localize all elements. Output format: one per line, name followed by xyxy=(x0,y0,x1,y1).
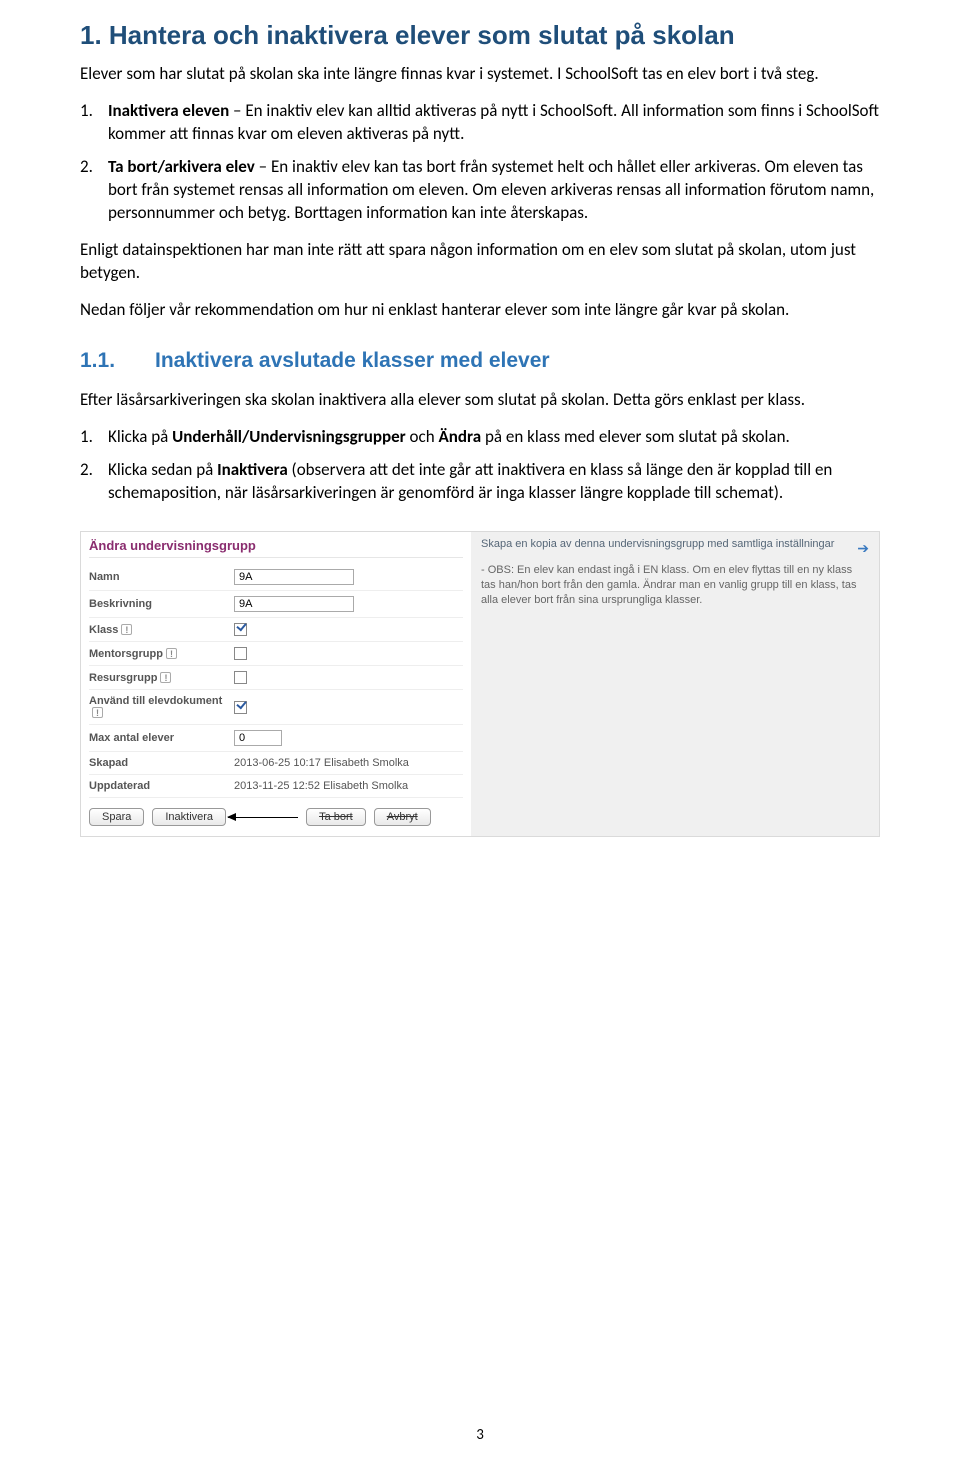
row-beskrivning: Beskrivning xyxy=(89,591,463,618)
list-number: 1. xyxy=(80,426,93,449)
row-namn: Namn xyxy=(89,564,463,591)
form-title: Ändra undervisningsgrupp xyxy=(89,538,463,558)
checkbox-mentorsgrupp[interactable] xyxy=(234,647,247,660)
definition-item-1: 1. Inaktivera eleven – En inaktiv elev k… xyxy=(108,100,880,146)
steps-list: 1. Klicka på Underhåll/Undervisningsgrup… xyxy=(80,426,880,505)
paragraph-datainspektionen: Enligt datainspektionen har man inte rät… xyxy=(80,239,880,285)
spara-button[interactable]: Spara xyxy=(89,808,144,826)
row-uppdaterad: Uppdaterad 2013-11-25 12:52 Elisabeth Sm… xyxy=(89,775,463,798)
arrow-right-icon: ➔ xyxy=(857,538,869,557)
row-mentorsgrupp: Mentorsgrupp! xyxy=(89,642,463,666)
checkbox-elevdokument[interactable] xyxy=(234,701,247,714)
heading-2-number: 1.1. xyxy=(80,349,155,373)
row-skapad: Skapad 2013-06-25 10:17 Elisabeth Smolka xyxy=(89,752,463,775)
label-namn: Namn xyxy=(89,571,234,583)
embedded-screenshot: Ändra undervisningsgrupp Namn Beskrivnin… xyxy=(80,531,880,837)
term-bold: Inaktivera eleven xyxy=(108,100,229,121)
label-uppdaterad: Uppdaterad xyxy=(89,780,234,792)
label-skapad: Skapad xyxy=(89,757,234,769)
term-bold: Ta bort/arkivera elev xyxy=(108,156,255,177)
page-number: 3 xyxy=(0,1426,960,1444)
callout-arrow-icon xyxy=(228,817,298,818)
label-klass: Klass! xyxy=(89,624,234,636)
row-resursgrupp: Resursgrupp! xyxy=(89,666,463,690)
list-number: 2. xyxy=(80,459,93,482)
input-max-elever[interactable] xyxy=(234,730,282,746)
label-max-elever: Max antal elever xyxy=(89,732,234,744)
row-klass: Klass! xyxy=(89,618,463,642)
row-max-elever: Max antal elever xyxy=(89,725,463,752)
value-skapad: 2013-06-25 10:17 Elisabeth Smolka xyxy=(234,757,463,769)
info-icon[interactable]: ! xyxy=(92,707,103,718)
list-number: 2. xyxy=(80,156,93,179)
heading-2-text: Inaktivera avslutade klasser med elever xyxy=(155,349,550,372)
step-item-1: 1. Klicka på Underhåll/Undervisningsgrup… xyxy=(108,426,880,449)
copy-group-link[interactable]: Skapa en kopia av denna undervisningsgru… xyxy=(481,538,869,557)
heading-2: 1.1.Inaktivera avslutade klasser med ele… xyxy=(80,349,880,373)
button-row: Spara Inaktivera Ta bort Avbryt xyxy=(89,798,463,826)
avbryt-button[interactable]: Avbryt xyxy=(374,808,431,826)
info-icon[interactable]: ! xyxy=(166,648,177,659)
checkbox-klass[interactable] xyxy=(234,623,247,636)
value-uppdaterad: 2013-11-25 12:52 Elisabeth Smolka xyxy=(234,780,463,792)
heading-1: 1. Hantera och inaktivera elever som slu… xyxy=(80,20,880,51)
step-item-2: 2. Klicka sedan på Inaktivera (observera… xyxy=(108,459,880,505)
copy-group-link-text: Skapa en kopia av denna undervisningsgru… xyxy=(481,538,834,550)
step1-b1: Underhåll/Undervisningsgrupper xyxy=(172,426,406,447)
step1-mid: och xyxy=(406,426,439,447)
input-beskrivning[interactable] xyxy=(234,596,354,612)
definition-item-2: 2. Ta bort/arkivera elev – En inaktiv el… xyxy=(108,156,880,225)
info-note: - OBS: En elev kan endast ingå i EN klas… xyxy=(481,563,869,608)
label-mentorsgrupp: Mentorsgrupp! xyxy=(89,648,234,660)
list-number: 1. xyxy=(80,100,93,123)
step1-post: på en klass med elever som slutat på sko… xyxy=(481,426,790,447)
definition-list: 1. Inaktivera eleven – En inaktiv elev k… xyxy=(80,100,880,225)
step2-pre: Klicka sedan på xyxy=(108,459,217,480)
step1-pre: Klicka på xyxy=(108,426,172,447)
info-icon[interactable]: ! xyxy=(160,672,171,683)
label-beskrivning: Beskrivning xyxy=(89,598,234,610)
paragraph-after-archiving: Efter läsårsarkiveringen ska skolan inak… xyxy=(80,389,880,412)
form-panel: Ändra undervisningsgrupp Namn Beskrivnin… xyxy=(81,532,471,836)
inaktivera-button[interactable]: Inaktivera xyxy=(152,808,226,826)
input-namn[interactable] xyxy=(234,569,354,585)
paragraph-recommendation: Nedan följer vår rekommendation om hur n… xyxy=(80,299,880,322)
step2-b1: Inaktivera xyxy=(217,459,288,480)
info-panel: Skapa en kopia av denna undervisningsgru… xyxy=(471,532,879,618)
checkbox-resursgrupp[interactable] xyxy=(234,671,247,684)
info-icon[interactable]: ! xyxy=(121,624,132,635)
row-elevdokument: Använd till elevdokument! xyxy=(89,690,463,725)
intro-paragraph: Elever som har slutat på skolan ska inte… xyxy=(80,63,880,86)
tabort-button[interactable]: Ta bort xyxy=(306,808,366,826)
step1-b2: Ändra xyxy=(439,426,482,447)
label-elevdokument: Använd till elevdokument! xyxy=(89,695,234,719)
label-resursgrupp: Resursgrupp! xyxy=(89,672,234,684)
